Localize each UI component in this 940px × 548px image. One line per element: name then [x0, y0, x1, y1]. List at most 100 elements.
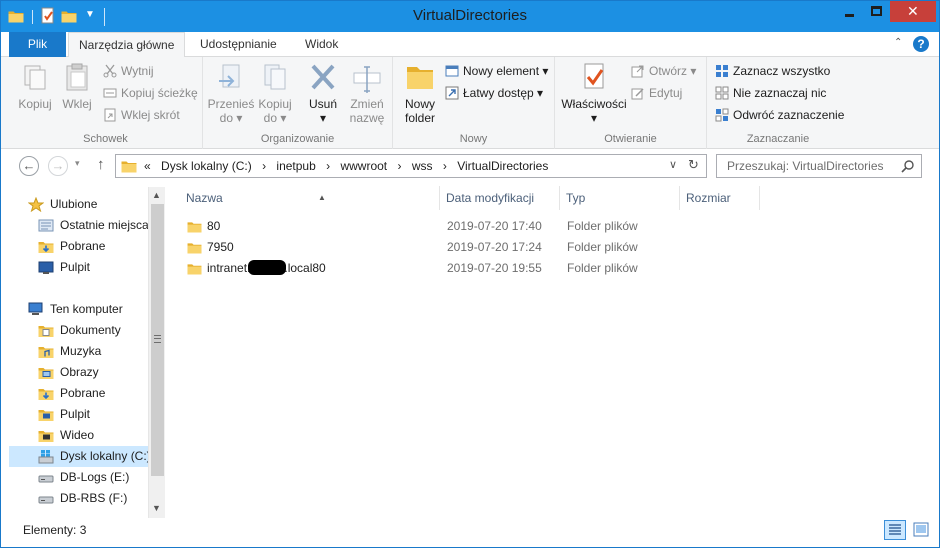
easy-access-button[interactable]: Łatwy dostęp ▾: [445, 84, 543, 102]
tree-item-recent[interactable]: Ostatnie miejsca: [1, 215, 149, 236]
recent-locations-button[interactable]: ▾: [75, 158, 80, 169]
column-header-size[interactable]: Rozmiar: [680, 186, 760, 210]
tree-item-label: Pobrane: [60, 239, 106, 253]
tree-item-drive-f[interactable]: DB-RBS (F:): [1, 488, 148, 509]
tree-item-computer[interactable]: Ten komputer: [1, 299, 148, 320]
move-to-button[interactable]: Przenieś do ▾: [207, 61, 255, 125]
copy-to-icon: [264, 64, 286, 90]
drive-icon: [38, 475, 54, 483]
title-bar[interactable]: ▼ VirtualDirectories ✕: [1, 1, 939, 32]
column-header-date[interactable]: Data modyfikacji: [440, 186, 560, 210]
breadcrumb-separator[interactable]: ›: [262, 159, 266, 173]
search-input[interactable]: Przeszukaj: VirtualDirectories: [727, 155, 884, 177]
tree-item-drive-e[interactable]: DB-Logs (E:): [1, 467, 148, 488]
properties-icon: [584, 63, 604, 89]
select-none-button[interactable]: Nie zaznaczaj nic: [715, 84, 826, 102]
scroll-down-icon[interactable]: ▼: [152, 503, 161, 513]
help-button[interactable]: ?: [913, 36, 929, 52]
tab-share[interactable]: Udostępnianie: [190, 32, 287, 57]
breadcrumb-item[interactable]: VirtualDirectories: [457, 159, 548, 173]
file-name: 7950: [207, 240, 234, 254]
address-bar[interactable]: « Dysk lokalny (C:) › inetpub › wwwroot …: [115, 154, 707, 178]
breadcrumb-separator[interactable]: ›: [443, 159, 447, 173]
tree-item-documents[interactable]: Dokumenty: [1, 320, 148, 341]
breadcrumb-separator[interactable]: ›: [398, 159, 402, 173]
tree-item-label: Dysk lokalny (C:): [60, 449, 151, 463]
minimize-button[interactable]: [836, 1, 862, 22]
open-group: Właściwości ▾ Otwórz ▾ Edytuj Otwieranie: [555, 57, 707, 149]
delete-button[interactable]: Usuń ▾: [303, 61, 343, 125]
select-all-button[interactable]: Zaznacz wszystko: [715, 62, 830, 80]
paste-button[interactable]: Wklej: [57, 61, 97, 111]
paste-shortcut-icon: [104, 108, 116, 122]
tree-item-desktop-fav[interactable]: Pulpit: [1, 257, 148, 278]
table-row[interactable]: 7950 2019-07-20 17:24 Folder plików: [167, 237, 767, 258]
tab-home[interactable]: Narzędzia główne: [68, 32, 186, 58]
properties-button[interactable]: Właściwości ▾: [559, 61, 629, 125]
refresh-icon[interactable]: ↻: [688, 157, 699, 173]
cut-button[interactable]: Wytnij: [103, 62, 154, 80]
new-item-button[interactable]: Nowy element ▾: [445, 62, 548, 80]
move-to-icon: [219, 64, 240, 88]
properties-label-2: ▾: [590, 111, 598, 125]
up-button[interactable]: ↑: [97, 156, 105, 173]
forward-button[interactable]: →: [48, 156, 68, 176]
file-date: 2019-07-20 17:40: [447, 219, 542, 233]
edit-button[interactable]: Edytuj: [631, 84, 682, 102]
invert-selection-button[interactable]: Odwróć zaznaczenie: [715, 106, 844, 124]
breadcrumb-separator[interactable]: ›: [326, 159, 330, 173]
scroll-up-icon[interactable]: ▲: [152, 190, 161, 200]
breadcrumb-item[interactable]: wwwroot: [340, 159, 387, 173]
large-icons-view-button[interactable]: [910, 520, 932, 540]
tab-view[interactable]: Widok: [295, 32, 348, 57]
breadcrumb-item[interactable]: wss: [412, 159, 433, 173]
computer-icon: [28, 302, 43, 315]
tree-item-downloads[interactable]: Pobrane: [1, 383, 148, 404]
select-group: Zaznacz wszystko Nie zaznaczaj nic Odwró…: [707, 57, 849, 149]
tree-item-drive-c[interactable]: Dysk lokalny (C:): [9, 446, 151, 467]
search-icon[interactable]: [901, 159, 915, 173]
column-header-name[interactable]: Nazwa ▲: [180, 186, 440, 210]
open-group-label: Otwieranie: [604, 133, 657, 145]
chevron-down-icon[interactable]: ∨: [669, 158, 677, 171]
new-folder-button[interactable]: Nowy folder: [399, 61, 441, 125]
tree-item-pictures[interactable]: Obrazy: [1, 362, 148, 383]
close-button[interactable]: ✕: [890, 1, 936, 22]
breadcrumb-overflow[interactable]: «: [144, 159, 151, 173]
rename-button[interactable]: Zmień nazwę: [345, 61, 389, 125]
copy-to-button[interactable]: Kopiuj do ▾: [255, 61, 295, 125]
chevron-up-icon[interactable]: ⌃: [894, 37, 906, 49]
table-row[interactable]: intranet. .local80 2019-07-20 19:55 Folde…: [167, 258, 767, 279]
file-type: Folder plików: [567, 261, 638, 275]
maximize-button[interactable]: [863, 1, 889, 22]
back-button[interactable]: ←: [19, 156, 39, 176]
select-all-label: Zaznacz wszystko: [733, 64, 831, 78]
open-button[interactable]: Otwórz ▾: [631, 62, 696, 80]
windows-drive-icon: [38, 450, 54, 464]
delete-label-2: ▾: [319, 111, 327, 125]
table-row[interactable]: 80 2019-07-20 17:40 Folder plików: [167, 216, 767, 237]
tree-item-videos[interactable]: Wideo: [1, 425, 148, 446]
copy-button[interactable]: Kopiuj: [15, 61, 55, 111]
scrollbar-thumb[interactable]: [151, 204, 164, 476]
tree-item-downloads-fav[interactable]: Pobrane: [1, 236, 148, 257]
breadcrumb-item[interactable]: inetpub: [276, 159, 315, 173]
nav-scrollbar[interactable]: ▲ ▼: [148, 187, 165, 518]
tree-item-desktop[interactable]: Pulpit: [1, 404, 148, 425]
tree-item-music[interactable]: Muzyka: [1, 341, 148, 362]
search-box[interactable]: Przeszukaj: VirtualDirectories: [716, 154, 922, 178]
address-row: ← → ▾ ↑ « Dysk lokalny (C:) › inetpub › …: [1, 149, 939, 183]
open-label: Otwórz ▾: [649, 64, 697, 78]
select-all-icon: [716, 65, 728, 77]
file-date: 2019-07-20 17:24: [447, 240, 542, 254]
breadcrumb-item[interactable]: Dysk lokalny (C:): [161, 159, 252, 173]
copy-path-button[interactable]: Kopiuj ścieżkę: [103, 84, 198, 102]
redaction-mark: [248, 260, 287, 275]
column-header-type[interactable]: Typ: [560, 186, 680, 210]
tree-item-label: Pulpit: [60, 407, 91, 421]
tab-file[interactable]: Plik: [9, 32, 66, 57]
tree-item-label: Pulpit: [60, 260, 91, 274]
tree-item-favorites[interactable]: Ulubione: [1, 194, 148, 215]
details-view-button[interactable]: [884, 520, 906, 540]
paste-shortcut-button[interactable]: Wklej skrót: [103, 106, 180, 124]
